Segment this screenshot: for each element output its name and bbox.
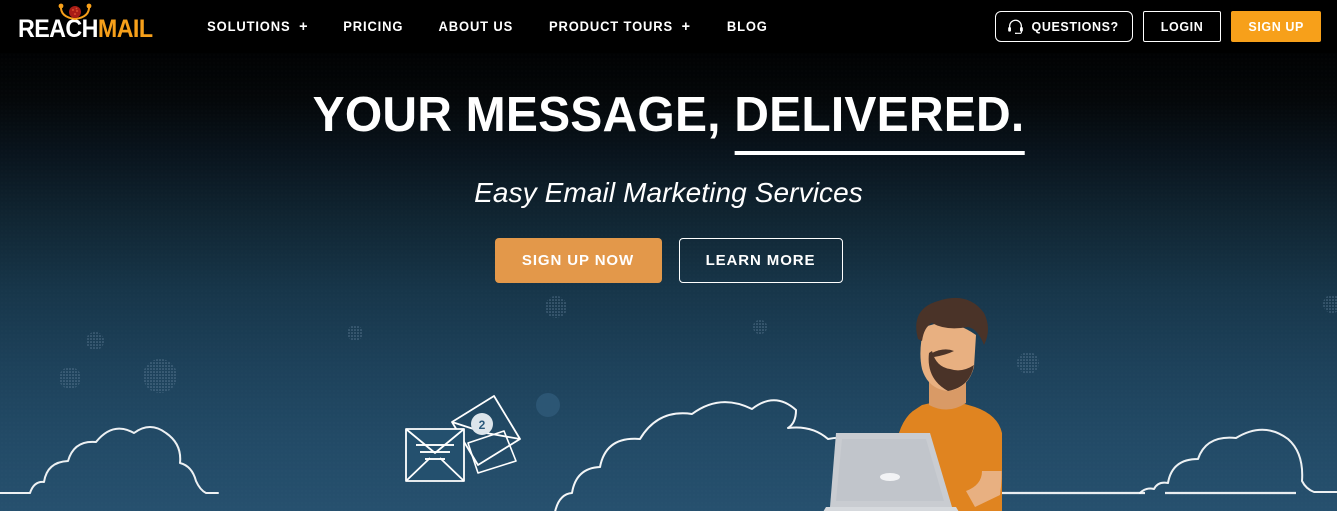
logo-text-mail: MAIL: [97, 15, 153, 43]
dotted-circle: [1323, 295, 1337, 313]
person-sleeve-left: [895, 411, 930, 457]
dotted-circle: [59, 367, 81, 389]
questions-button-label: QUESTIONS?: [1031, 19, 1119, 34]
logo-text-reach: REACH: [18, 15, 98, 43]
hero-title-emphasis: DELIVERED.: [734, 88, 1025, 155]
hero-subtitle: Easy Email Marketing Services: [474, 177, 863, 209]
main-nav: SOLUTIONS + PRICING ABOUT US PRODUCT TOU…: [189, 0, 785, 53]
nav-item-product-tours[interactable]: PRODUCT TOURS +: [534, 0, 707, 53]
person-moustache: [932, 349, 954, 357]
envelope-badge-count: 2: [479, 418, 486, 432]
hero-section: 2 YOUR MESSAGE, DELIVERED. Easy Email Ma…: [0, 53, 1337, 511]
sign-up-now-button[interactable]: SIGN UP NOW: [494, 238, 662, 284]
envelope-badge: 2: [471, 413, 493, 435]
dotted-circle: [536, 393, 560, 417]
person-arm-right: [966, 431, 1002, 507]
header-actions: QUESTIONS? LOGIN SIGN UP: [994, 11, 1321, 42]
hero-title-lead: YOUR MESSAGE,: [312, 88, 735, 142]
person-with-laptop: [823, 297, 1002, 511]
hero-cta-group: SIGN UP NOW LEARN MORE: [0, 238, 1337, 284]
chevron-plus-icon: +: [298, 18, 309, 35]
learn-more-label: LEARN MORE: [705, 252, 816, 270]
dotted-circle: [86, 332, 104, 350]
cloud-outline-left: [0, 426, 219, 494]
nav-item-label: SOLUTIONS: [206, 19, 291, 34]
person-face: [920, 322, 976, 391]
laptop-screen: [830, 433, 952, 507]
nav-item-blog[interactable]: BLOG: [712, 0, 784, 53]
person-hair: [916, 297, 988, 345]
person-neck: [929, 373, 966, 410]
laptop-screen-inner: [836, 439, 944, 501]
headset-icon: [1007, 19, 1023, 34]
nav-item-about-us[interactable]: ABOUT US: [423, 0, 528, 53]
envelope-letter-lines: [416, 444, 454, 460]
cloud-outline-right: [1139, 428, 1337, 494]
hero-content: YOUR MESSAGE, DELIVERED. Easy Email Mark…: [0, 53, 1337, 284]
laptop-logo: [880, 473, 900, 481]
nav-item-label: PRODUCT TOURS: [549, 19, 674, 34]
login-button[interactable]: LOGIN: [1142, 11, 1222, 42]
page-root: REACHMAIL SOLUTIONS + PRICING ABOUT US P…: [0, 0, 1337, 511]
nav-item-label: ABOUT US: [438, 19, 513, 34]
dotted-circle: [753, 320, 767, 334]
dotted-circle: [545, 296, 567, 318]
questions-button[interactable]: QUESTIONS?: [994, 11, 1133, 42]
dotted-circle: [143, 359, 177, 393]
logo-text: REACHMAIL: [18, 15, 153, 43]
sign-up-now-label: SIGN UP NOW: [521, 252, 635, 270]
learn-more-button[interactable]: LEARN MORE: [678, 238, 843, 284]
person-sleeve-right: [966, 407, 1002, 471]
cloud-outline-center: [475, 399, 1000, 511]
page-title: YOUR MESSAGE, DELIVERED.: [13, 88, 1323, 155]
nav-item-pricing[interactable]: PRICING: [328, 0, 419, 53]
envelope-icon: [405, 395, 521, 482]
dotted-circle: [1017, 352, 1039, 374]
signup-button[interactable]: SIGN UP: [1231, 11, 1321, 42]
signup-button-label: SIGN UP: [1248, 19, 1304, 34]
person-shirt: [893, 399, 1002, 511]
nav-item-label: PRICING: [343, 19, 404, 34]
person-arm-left: [890, 431, 940, 509]
logo[interactable]: REACHMAIL: [18, 0, 163, 53]
person-beard: [928, 351, 974, 391]
dotted-circle: [347, 325, 363, 341]
nav-item-label: BLOG: [727, 19, 769, 34]
hero-illustration: 2: [0, 281, 1337, 511]
site-header: REACHMAIL SOLUTIONS + PRICING ABOUT US P…: [0, 0, 1337, 53]
laptop-base: [823, 507, 959, 511]
illustration-svg: 2: [0, 295, 1337, 511]
chevron-plus-icon: +: [682, 18, 692, 35]
nav-item-solutions[interactable]: SOLUTIONS +: [191, 0, 323, 53]
login-button-label: LOGIN: [1160, 19, 1204, 34]
